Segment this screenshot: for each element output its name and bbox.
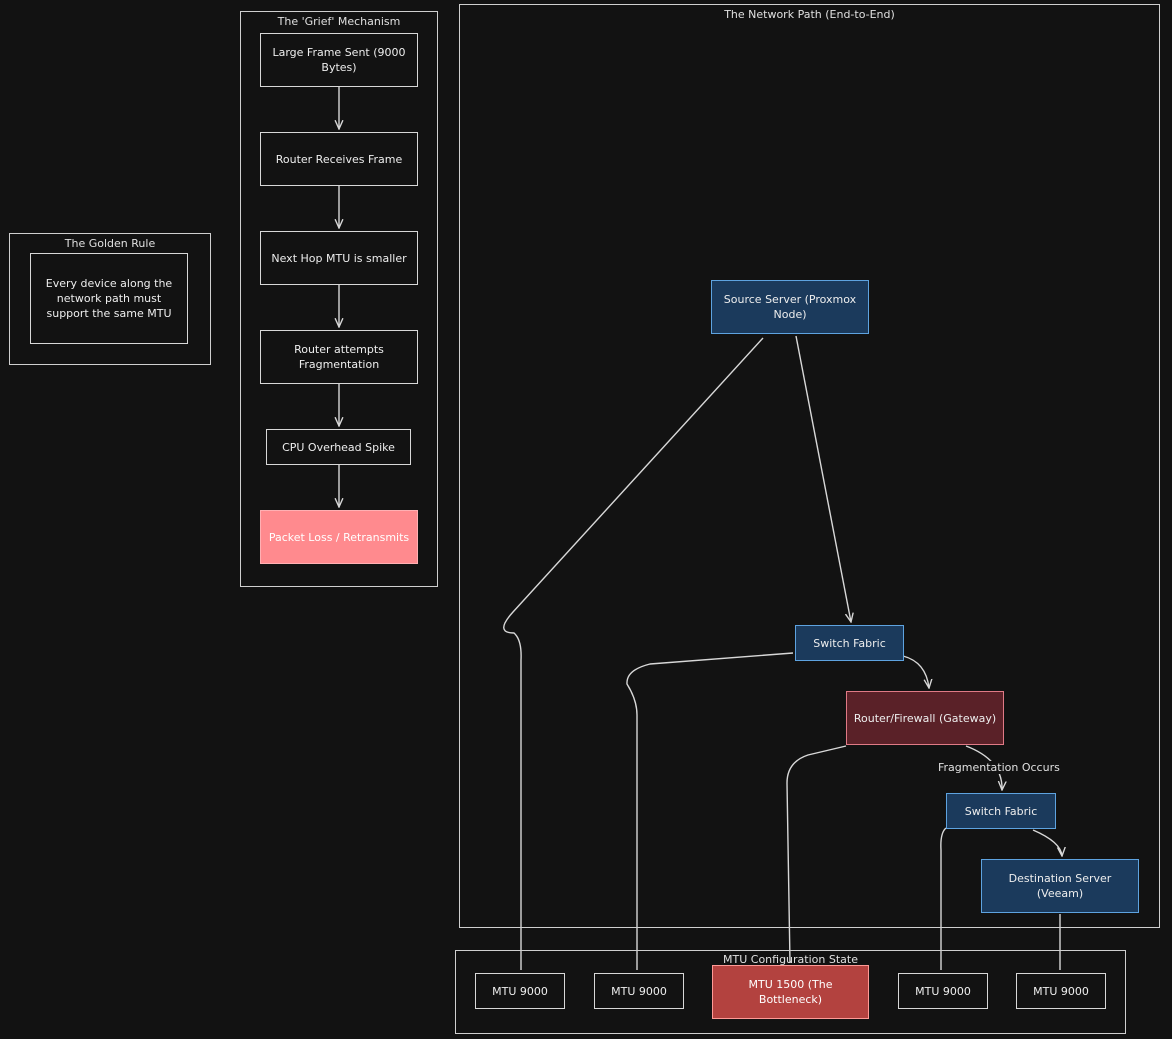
node-router-firewall: Router/Firewall (Gateway) [846, 691, 1004, 745]
node-mtu-5: MTU 9000 [1016, 973, 1106, 1009]
node-mtu-2: MTU 9000 [594, 973, 684, 1009]
node-next-hop-mtu-smaller: Next Hop MTU is smaller [260, 231, 418, 285]
cluster-grief-mechanism-title: The 'Grief' Mechanism [277, 15, 401, 28]
node-cpu-overhead-spike: CPU Overhead Spike [266, 429, 411, 465]
cluster-grief-mechanism: The 'Grief' Mechanism [240, 11, 438, 587]
node-switch-fabric-2: Switch Fabric [946, 793, 1056, 829]
cluster-network-path-title: The Network Path (End-to-End) [724, 8, 895, 21]
node-mtu-1: MTU 9000 [475, 973, 565, 1009]
node-golden-rule-text: Every device along the network path must… [30, 253, 188, 344]
node-mtu-bottleneck: MTU 1500 (The Bottleneck) [712, 965, 869, 1019]
node-router-receives-frame: Router Receives Frame [260, 132, 418, 186]
node-switch-fabric-1: Switch Fabric [795, 625, 904, 661]
node-source-server: Source Server (Proxmox Node) [711, 280, 869, 334]
node-mtu-4: MTU 9000 [898, 973, 988, 1009]
cluster-network-path: The Network Path (End-to-End) [459, 4, 1160, 928]
edge-label-fragmentation-occurs: Fragmentation Occurs [936, 761, 1062, 774]
node-router-attempts-fragmentation: Router attempts Fragmentation [260, 330, 418, 384]
cluster-golden-rule-title: The Golden Rule [64, 237, 156, 250]
node-large-frame-sent: Large Frame Sent (9000 Bytes) [260, 33, 418, 87]
node-packet-loss: Packet Loss / Retransmits [260, 510, 418, 564]
node-destination-server: Destination Server (Veeam) [981, 859, 1139, 913]
